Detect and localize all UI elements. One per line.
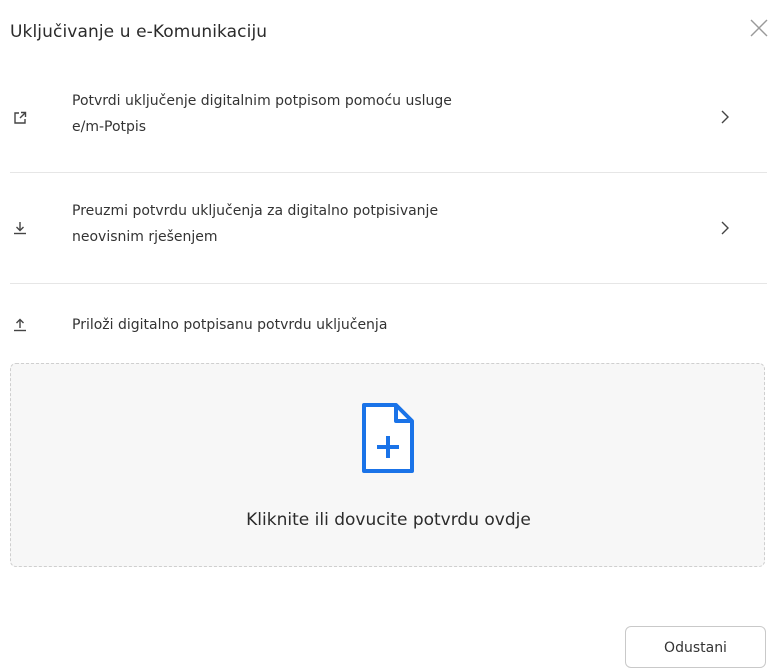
- dialog-title: Uključivanje u e-Komunikaciju: [10, 22, 268, 42]
- upload-label: Priloži digitalno potpisanu potvrdu uklj…: [72, 317, 388, 333]
- close-icon[interactable]: [748, 17, 770, 39]
- external-link-icon: [14, 111, 27, 124]
- upload-section-label: Priloži digitalno potpisanu potvrdu uklj…: [0, 312, 767, 340]
- dropzone-text: Kliknite ili dovucite potvrdu ovdje: [246, 510, 531, 530]
- inclusion-dialog: Uključivanje u e-Komunikaciju Potvrdi uk…: [0, 0, 771, 671]
- option-label-line1: Potvrdi uključenje digitalnim potpisom p…: [72, 93, 452, 109]
- divider: [10, 172, 767, 173]
- cancel-button[interactable]: Odustani: [625, 626, 766, 668]
- option-label-line2: neovisnim rješenjem: [72, 229, 218, 245]
- option-download-confirmation[interactable]: Preuzmi potvrdu uključenja za digitalno …: [0, 198, 767, 270]
- option-label-line2: e/m-Potpis: [72, 119, 147, 135]
- chevron-right-icon: [721, 221, 729, 235]
- file-add-icon: [362, 403, 414, 473]
- file-dropzone[interactable]: Kliknite ili dovucite potvrdu ovdje: [10, 363, 765, 567]
- option-label-line1: Preuzmi potvrdu uključenja za digitalno …: [72, 203, 439, 219]
- download-icon: [14, 222, 26, 235]
- option-sign-with-epotpis[interactable]: Potvrdi uključenje digitalnim potpisom p…: [0, 88, 767, 160]
- divider: [10, 283, 767, 284]
- upload-icon: [14, 318, 26, 332]
- option-label: Potvrdi uključenje digitalnim potpisom p…: [72, 88, 652, 140]
- chevron-right-icon: [721, 110, 729, 124]
- option-label: Preuzmi potvrdu uključenja za digitalno …: [72, 198, 652, 250]
